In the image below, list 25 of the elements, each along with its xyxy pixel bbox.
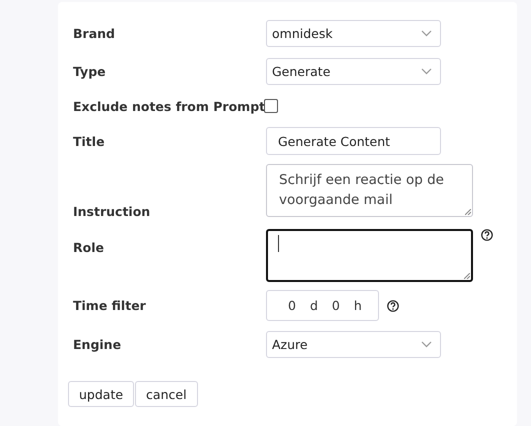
dropdown[interactable]: Azure: [266, 330, 441, 358]
field-label: Brand: [73, 26, 116, 40]
dropdown[interactable]: Generate: [266, 58, 441, 84]
checkbox[interactable]: [264, 99, 278, 113]
field-label: Instruction: [73, 204, 152, 219]
help-icon[interactable]: [387, 300, 399, 312]
field-label: Time filter: [73, 298, 147, 313]
field-label: Type: [73, 64, 107, 78]
duration-field[interactable]: 0 d 0 h: [266, 290, 379, 321]
update-button[interactable]: update: [68, 381, 134, 407]
field-label: Engine: [73, 336, 122, 352]
cancel-button[interactable]: cancel: [135, 381, 198, 407]
text-area[interactable]: Schrijf een reactie op de voorgaande mail: [266, 164, 473, 217]
field-label: Title: [73, 134, 106, 148]
resize-grip-icon[interactable]: [465, 209, 471, 215]
chevron-down-icon: [421, 68, 432, 74]
dropdown[interactable]: omnidesk: [266, 20, 441, 46]
text-field[interactable]: Generate Content: [266, 127, 441, 155]
help-icon[interactable]: [481, 229, 493, 241]
chevron-down-icon: [421, 340, 432, 348]
field-label: Role: [73, 240, 105, 255]
resize-grip-icon[interactable]: [464, 273, 470, 279]
chevron-down-icon: [421, 30, 432, 36]
field-label: Exclude notes from Prompt: [73, 98, 266, 114]
text-area[interactable]: [266, 229, 473, 282]
